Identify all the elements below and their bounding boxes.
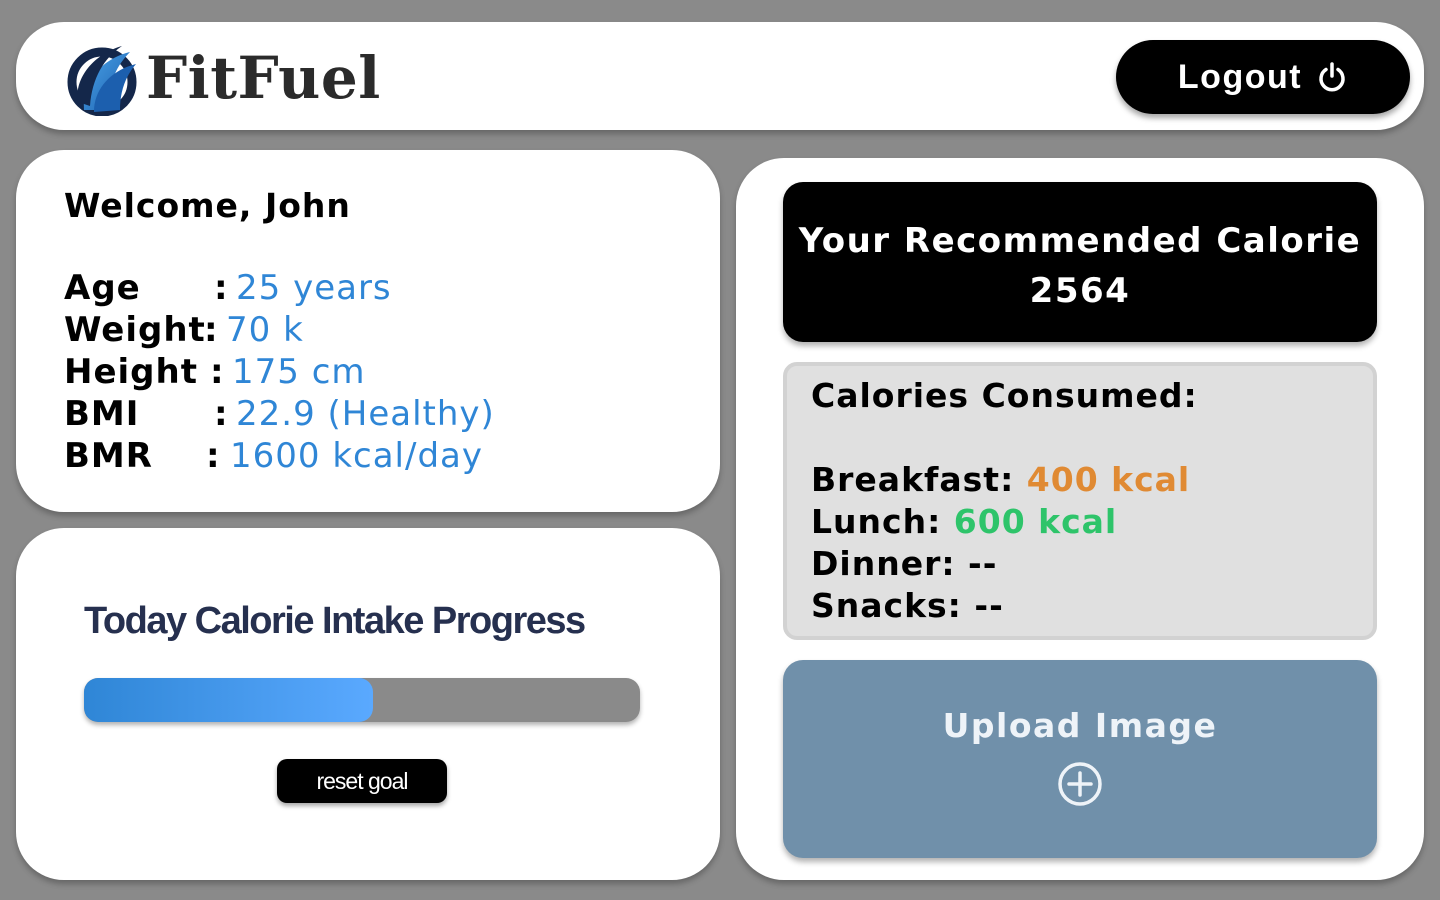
meal-value: 400 kcal bbox=[1026, 460, 1191, 499]
recommended-value: 2564 bbox=[1029, 271, 1131, 311]
meal-dinner: Dinner: -- bbox=[811, 544, 1373, 586]
stat-label: Height bbox=[64, 352, 198, 392]
welcome-message: Welcome, John bbox=[64, 186, 351, 225]
reset-goal-button[interactable]: reset goal bbox=[277, 759, 447, 803]
stat-value: 70 k bbox=[226, 310, 304, 350]
nutrition-card: Your Recommended Calorie 2564 Calories C… bbox=[736, 158, 1424, 880]
progress-title: Today Calorie Intake Progress bbox=[84, 600, 586, 642]
stat-value: 1600 kcal/day bbox=[230, 436, 483, 476]
progress-fill bbox=[84, 678, 374, 722]
stat-value: 25 years bbox=[236, 268, 392, 308]
meal-label: Breakfast: bbox=[811, 460, 1015, 499]
meal-label: Lunch: bbox=[811, 502, 942, 541]
meal-value: -- bbox=[974, 586, 1004, 625]
recommended-calorie-box: Your Recommended Calorie 2564 bbox=[783, 182, 1377, 342]
stat-value: 22.9 (Healthy) bbox=[236, 394, 495, 434]
meal-lunch: Lunch: 600 kcal bbox=[811, 502, 1373, 544]
calories-consumed-box: Calories Consumed: Breakfast: 400 kcal L… bbox=[783, 362, 1377, 640]
meal-snacks: Snacks: -- bbox=[811, 586, 1373, 628]
stat-label: BMI bbox=[64, 394, 140, 434]
fitfuel-logo-icon bbox=[67, 46, 137, 116]
upload-label: Upload Image bbox=[942, 706, 1218, 745]
progress-card: Today Calorie Intake Progress reset goal bbox=[16, 528, 720, 880]
consumed-title: Calories Consumed: bbox=[811, 376, 1198, 415]
meal-breakfast: Breakfast: 400 kcal bbox=[811, 460, 1373, 502]
meal-value: -- bbox=[968, 544, 998, 583]
profile-card: Welcome, John Age : 25 years Weight : 70… bbox=[16, 150, 720, 512]
meal-label: Dinner: bbox=[811, 544, 956, 583]
plus-circle-icon bbox=[1058, 762, 1102, 806]
meal-label: Snacks: bbox=[811, 586, 962, 625]
upload-image-button[interactable]: Upload Image bbox=[783, 660, 1377, 858]
recommended-label: Your Recommended Calorie bbox=[798, 221, 1362, 261]
logout-label: Logout bbox=[1177, 57, 1303, 96]
stat-label: BMR bbox=[64, 436, 153, 476]
stat-value: 175 cm bbox=[232, 352, 366, 392]
app-name: FitFuel bbox=[146, 44, 381, 112]
app-logo[interactable]: FitFuel bbox=[64, 40, 381, 116]
top-bar: FitFuel Logout bbox=[16, 22, 1424, 130]
stat-label: Age bbox=[64, 268, 141, 308]
stat-label: Weight bbox=[64, 310, 206, 350]
logout-button[interactable]: Logout bbox=[1116, 40, 1410, 114]
power-icon bbox=[1319, 62, 1345, 92]
calorie-progress-bar bbox=[84, 678, 640, 722]
meal-value: 600 kcal bbox=[953, 502, 1118, 541]
